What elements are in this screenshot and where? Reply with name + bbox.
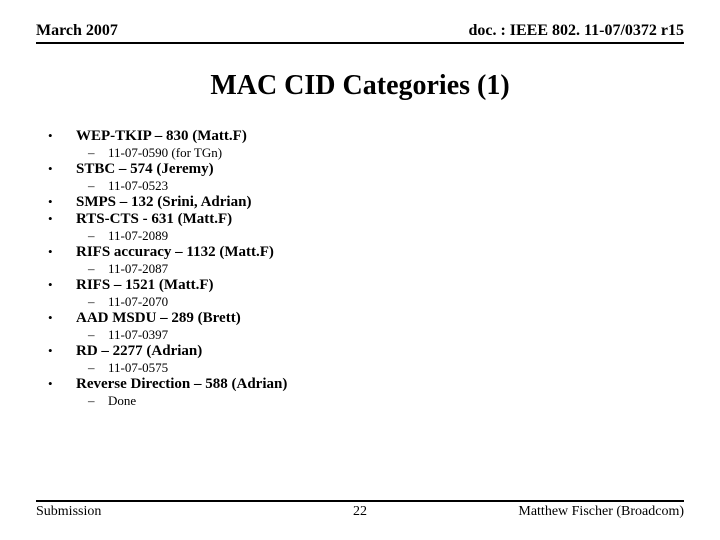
sub-row: –11-07-0397 [88,327,684,343]
footer-right: Matthew Fischer (Broadcom) [518,504,684,520]
list-item: •WEP-TKIP – 830 (Matt.F)–11-07-0590 (for… [46,128,684,161]
bullet-row: •AAD MSDU – 289 (Brett) [46,310,684,327]
sub-row: –11-07-0575 [88,360,684,376]
sub-row: –11-07-2070 [88,294,684,310]
list-item: •AAD MSDU – 289 (Brett)–11-07-0397 [46,310,684,343]
page-title: MAC CID Categories (1) [36,70,684,102]
bullet-dot-icon: • [46,277,76,293]
sub-text: 11-07-2070 [108,294,168,310]
slide-page: March 2007 doc. : IEEE 802. 11-07/0372 r… [0,0,720,540]
footer-row: 22 Submission Matthew Fischer (Broadcom) [36,500,684,520]
bullet-row: •RTS-CTS - 631 (Matt.F) [46,211,684,228]
dash-icon: – [88,178,108,194]
bullet-dot-icon: • [46,128,76,144]
bullet-dot-icon: • [46,343,76,359]
header-docid: doc. : IEEE 802. 11-07/0372 r15 [468,22,684,40]
bullet-list: •WEP-TKIP – 830 (Matt.F)–11-07-0590 (for… [46,128,684,409]
header-row: March 2007 doc. : IEEE 802. 11-07/0372 r… [36,22,684,44]
sub-row: –11-07-0523 [88,178,684,194]
sub-text: Done [108,393,136,409]
bullet-row: •STBC – 574 (Jeremy) [46,161,684,178]
list-item: •Reverse Direction – 588 (Adrian)–Done [46,376,684,409]
bullet-dot-icon: • [46,211,76,227]
sub-row: –11-07-0590 (for TGn) [88,145,684,161]
dash-icon: – [88,228,108,244]
item-text: AAD MSDU – 289 (Brett) [76,310,241,327]
list-item: •RD – 2277 (Adrian)–11-07-0575 [46,343,684,376]
dash-icon: – [88,145,108,161]
dash-icon: – [88,327,108,343]
list-item: •RIFS accuracy – 1132 (Matt.F)–11-07-208… [46,244,684,277]
sub-text: 11-07-0590 (for TGn) [108,145,222,161]
sub-row: –11-07-2087 [88,261,684,277]
footer-left: Submission [36,504,101,520]
dash-icon: – [88,294,108,310]
sub-text: 11-07-2087 [108,261,168,277]
item-text: SMPS – 132 (Srini, Adrian) [76,194,251,211]
item-text: STBC – 574 (Jeremy) [76,161,214,178]
sub-row: –Done [88,393,684,409]
item-text: RD – 2277 (Adrian) [76,343,202,360]
list-item: •STBC – 574 (Jeremy)–11-07-0523 [46,161,684,194]
sub-text: 11-07-2089 [108,228,168,244]
bullet-dot-icon: • [46,310,76,326]
bullet-row: •WEP-TKIP – 830 (Matt.F) [46,128,684,145]
sub-text: 11-07-0575 [108,360,168,376]
sub-row: –11-07-2089 [88,228,684,244]
item-text: RIFS – 1521 (Matt.F) [76,277,213,294]
sub-text: 11-07-0523 [108,178,168,194]
header-date: March 2007 [36,22,118,40]
bullet-dot-icon: • [46,376,76,392]
bullet-dot-icon: • [46,194,76,210]
bullet-row: •RD – 2277 (Adrian) [46,343,684,360]
bullet-row: •SMPS – 132 (Srini, Adrian) [46,194,684,211]
dash-icon: – [88,360,108,376]
item-text: Reverse Direction – 588 (Adrian) [76,376,287,393]
bullet-row: •Reverse Direction – 588 (Adrian) [46,376,684,393]
list-item: •SMPS – 132 (Srini, Adrian) [46,194,684,211]
list-item: •RTS-CTS - 631 (Matt.F)–11-07-2089 [46,211,684,244]
item-text: WEP-TKIP – 830 (Matt.F) [76,128,247,145]
bullet-dot-icon: • [46,244,76,260]
item-text: RIFS accuracy – 1132 (Matt.F) [76,244,274,261]
dash-icon: – [88,393,108,409]
bullet-row: •RIFS – 1521 (Matt.F) [46,277,684,294]
list-item: •RIFS – 1521 (Matt.F)–11-07-2070 [46,277,684,310]
bullet-dot-icon: • [46,161,76,177]
item-text: RTS-CTS - 631 (Matt.F) [76,211,232,228]
sub-text: 11-07-0397 [108,327,168,343]
dash-icon: – [88,261,108,277]
bullet-row: •RIFS accuracy – 1132 (Matt.F) [46,244,684,261]
